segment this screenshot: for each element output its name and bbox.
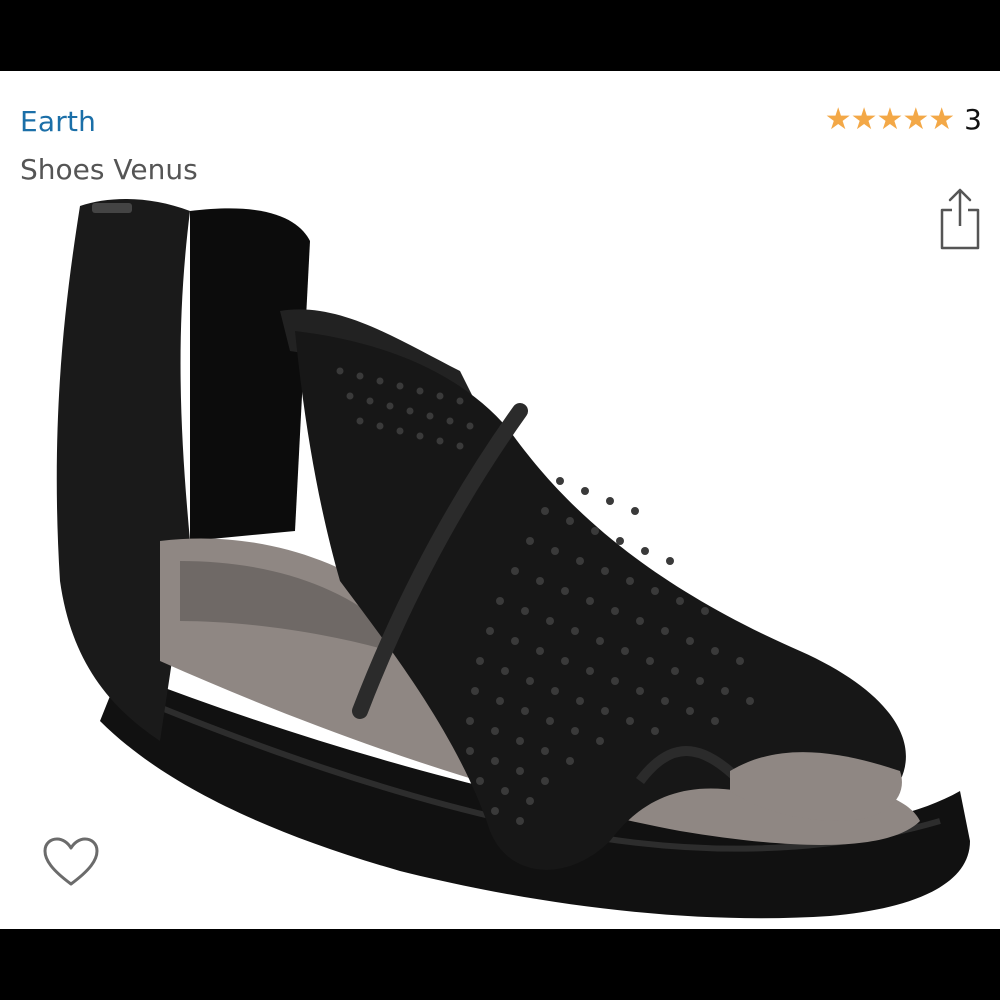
brand-link[interactable]: Earth	[20, 105, 96, 138]
heart-outline-icon[interactable]	[42, 836, 100, 888]
review-count: 3	[964, 103, 982, 136]
screenshot-frame: Earth Shoes Venus ★★★★★ 3	[0, 0, 1000, 1000]
product-detail-panel: Earth Shoes Venus ★★★★★ 3	[0, 71, 1000, 929]
rating-summary[interactable]: ★★★★★ 3	[825, 103, 982, 136]
product-image[interactable]	[40, 181, 980, 921]
star-rating-icon: ★★★★★	[824, 101, 955, 137]
